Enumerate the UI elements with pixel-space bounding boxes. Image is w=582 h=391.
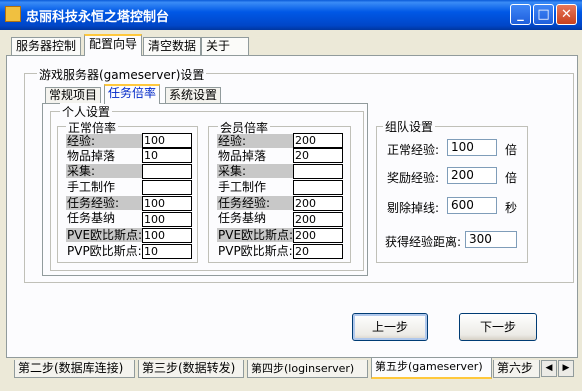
prev-step-button[interactable]: 上一步: [352, 313, 428, 341]
normal-item-drop-label: 物品掉落: [67, 149, 116, 163]
normal-pve-ap-label: PVE欧比斯点:: [66, 228, 143, 242]
member-quest-exp-input[interactable]: 200: [293, 196, 343, 211]
member-exp-label: 经验:: [217, 134, 293, 148]
tab-system-settings[interactable]: 系统设置: [165, 87, 222, 104]
window-title: 忠丽科技永恒之塔控制台: [26, 10, 170, 25]
team-kick-disconnect-input[interactable]: 600: [447, 197, 497, 214]
member-exp-input[interactable]: 200: [293, 133, 343, 148]
normal-craft-label: 手工制作: [67, 180, 116, 194]
close-button[interactable]: ✕: [556, 4, 577, 25]
member-item-drop-label: 物品掉落: [218, 149, 267, 163]
team-kick-disconnect-unit: 秒: [505, 201, 518, 215]
normal-quest-kinah-label: 任务基纳: [67, 211, 116, 225]
tab-step6[interactable]: 第六步: [493, 360, 540, 378]
team-reward-exp-input[interactable]: 200: [447, 167, 497, 184]
team-reward-exp-label: 奖励经验:: [387, 171, 440, 185]
tab-server-control[interactable]: 服务器控制: [11, 37, 82, 55]
normal-gather-label: 采集:: [66, 164, 142, 178]
tab-config-wizard[interactable]: 配置向导: [84, 34, 143, 56]
normal-pve-ap-input[interactable]: 100: [142, 228, 192, 243]
minimize-button[interactable]: _: [510, 4, 531, 25]
next-step-button[interactable]: 下一步: [459, 313, 537, 341]
tab-step5[interactable]: 第五步(gameserver): [371, 358, 492, 379]
tab-task-rates[interactable]: 任务倍率: [104, 84, 161, 104]
gameserver-group-title: 游戏服务器(gameserver)设置: [37, 66, 207, 83]
tab-about[interactable]: 关于: [201, 37, 249, 55]
member-pve-ap-label: PVE欧比斯点:: [217, 228, 294, 242]
team-normal-exp-input[interactable]: 100: [447, 139, 497, 156]
tab-scroll-right-icon[interactable]: ▶: [558, 360, 574, 377]
team-reward-exp-unit: 倍: [505, 171, 518, 185]
member-quest-kinah-input[interactable]: 200: [293, 212, 343, 227]
team-group-title: 组队设置: [383, 118, 436, 135]
normal-exp-label: 经验:: [66, 134, 142, 148]
personal-group-title: 个人设置: [60, 103, 113, 120]
team-normal-exp-label: 正常经验:: [387, 143, 440, 157]
normal-exp-input[interactable]: 100: [142, 133, 192, 148]
team-normal-exp-unit: 倍: [505, 143, 518, 157]
title-bar[interactable]: 忠丽科技永恒之塔控制台 _ □ ✕: [0, 0, 582, 30]
normal-craft-input[interactable]: [142, 180, 192, 195]
member-item-drop-input[interactable]: 20: [293, 148, 343, 163]
tab-step3[interactable]: 第三步(数据转发): [138, 360, 244, 378]
normal-pvp-ap-label: PVP欧比斯点:: [67, 244, 142, 258]
member-pvp-ap-label: PVP欧比斯点:: [218, 244, 293, 258]
tab-step4[interactable]: 第四步(loginserver): [247, 360, 368, 378]
member-gather-input[interactable]: [293, 164, 343, 179]
member-pvp-ap-input[interactable]: 20: [293, 244, 343, 259]
tab-scroll-left-icon[interactable]: ◀: [541, 360, 557, 377]
normal-quest-exp-label: 任务经验:: [66, 196, 142, 210]
member-quest-exp-label: 任务经验:: [217, 196, 293, 210]
member-craft-label: 手工制作: [218, 180, 267, 194]
tab-clear-data[interactable]: 清空数据: [143, 37, 202, 55]
team-exp-distance-label: 获得经验距离:: [385, 235, 462, 249]
tab-general[interactable]: 常规项目: [45, 87, 102, 104]
member-pve-ap-input[interactable]: 200: [293, 228, 343, 243]
normal-gather-input[interactable]: [142, 164, 192, 179]
member-quest-kinah-label: 任务基纳: [218, 211, 267, 225]
normal-quest-kinah-input[interactable]: 100: [142, 212, 192, 227]
tab-step2[interactable]: 第二步(数据库连接): [14, 360, 135, 378]
normal-pvp-ap-input[interactable]: 10: [142, 244, 192, 259]
normal-item-drop-input[interactable]: 10: [142, 148, 192, 163]
team-kick-disconnect-label: 剔除掉线:: [387, 201, 440, 215]
normal-quest-exp-input[interactable]: 100: [142, 196, 192, 211]
team-exp-distance-input[interactable]: 300: [465, 231, 517, 248]
app-icon: [5, 6, 21, 22]
member-craft-input[interactable]: [293, 180, 343, 195]
member-gather-label: 采集:: [217, 164, 293, 178]
maximize-button[interactable]: □: [533, 4, 554, 25]
